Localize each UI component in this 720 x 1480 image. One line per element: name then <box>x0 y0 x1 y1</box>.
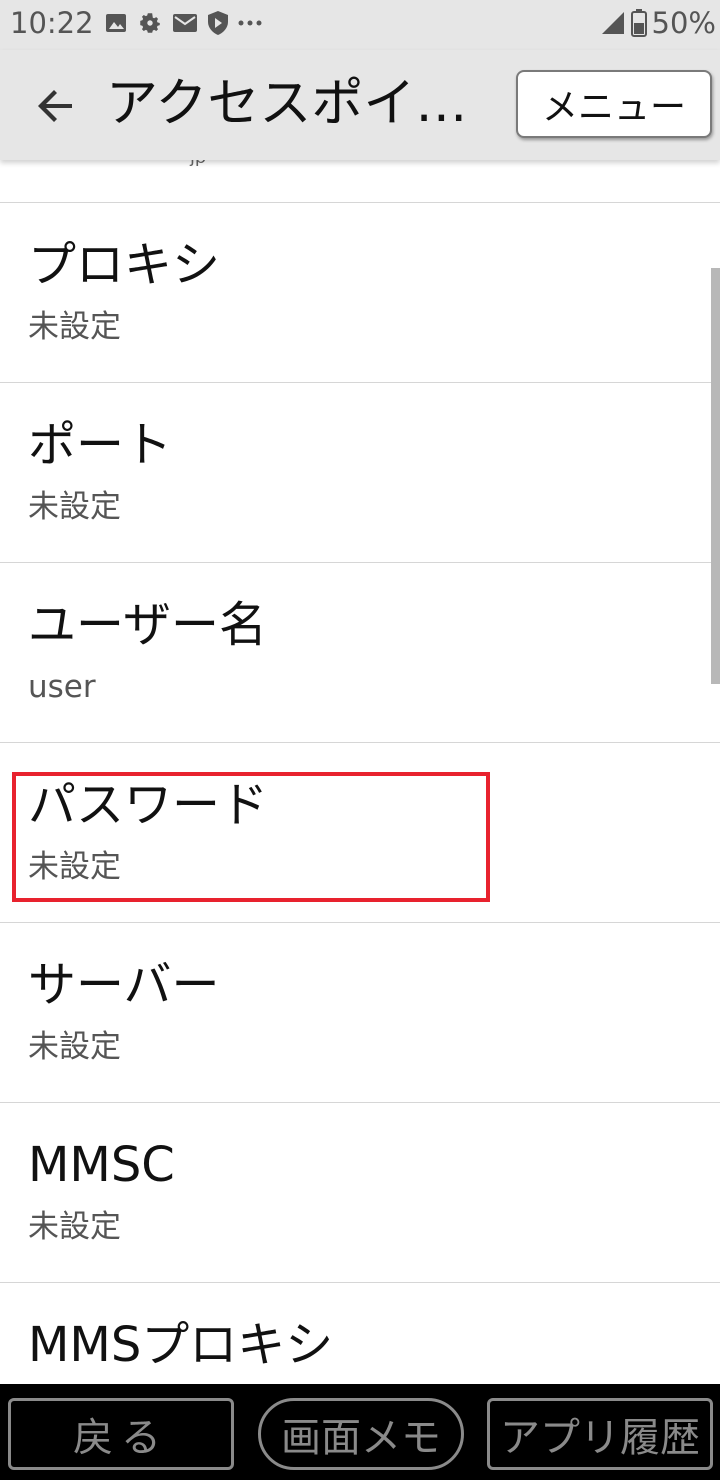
signal-icon <box>601 12 624 34</box>
gear-icon <box>140 13 160 33</box>
item-summary: 未設定 <box>28 1209 121 1245</box>
battery-icon <box>630 9 647 37</box>
menu-button[interactable]: メニュー <box>516 70 712 138</box>
item-summary: 未設定 <box>28 1029 121 1065</box>
list-item-server[interactable]: サーバー 未設定 <box>0 923 720 1103</box>
list-item-password[interactable]: パスワード 未設定 <box>0 743 720 923</box>
item-summary: user <box>28 669 96 705</box>
item-summary: 未設定 <box>28 309 121 345</box>
item-title: パスワード <box>28 777 269 833</box>
partial-list-item: ʲᵖ <box>0 160 720 203</box>
system-status: 50% <box>600 6 716 40</box>
item-title: サーバー <box>28 957 220 1013</box>
status-bar: 10:22 50% <box>0 0 720 50</box>
image-icon <box>106 14 126 32</box>
partial-text-fragment: ʲᵖ <box>190 160 207 179</box>
settings-list: ʲᵖ プロキシ 未設定 ポート 未設定 ユーザー名 user パスワード 未設定… <box>0 160 720 1463</box>
page-title: アクセスポイ… <box>106 74 468 134</box>
mail-icon <box>173 14 197 32</box>
list-item-proxy[interactable]: プロキシ 未設定 <box>0 203 720 383</box>
back-arrow-icon[interactable] <box>32 82 80 130</box>
item-title: ユーザー名 <box>28 597 268 653</box>
scrollbar[interactable] <box>711 268 720 684</box>
item-title: MMSプロキシ <box>28 1317 334 1373</box>
app-history-button[interactable]: アプリ履歴 <box>487 1398 713 1470</box>
status-time: 10:22 <box>10 6 94 40</box>
more-dots-icon <box>238 20 262 26</box>
item-title: ポート <box>28 417 173 473</box>
list-item-username[interactable]: ユーザー名 user <box>0 563 720 743</box>
shield-icon <box>208 11 228 35</box>
battery-percent: 50% <box>651 6 716 40</box>
bottom-nav: 戻る 画面メモ アプリ履歴 <box>0 1384 720 1480</box>
list-item-port[interactable]: ポート 未設定 <box>0 383 720 563</box>
item-summary: 未設定 <box>28 849 121 885</box>
notification-icons <box>104 10 262 36</box>
screen: 10:22 50% アクセスポイ… メニュー ʲᵖ プロキシ 未設定 ポート 未… <box>0 0 720 1480</box>
item-title: MMSC <box>28 1137 175 1193</box>
item-summary: 未設定 <box>28 489 121 525</box>
list-item-mmsc[interactable]: MMSC 未設定 <box>0 1103 720 1283</box>
app-bar: アクセスポイ… メニュー <box>0 50 720 160</box>
screen-memo-button[interactable]: 画面メモ <box>258 1398 464 1470</box>
item-title: プロキシ <box>28 237 221 293</box>
back-button[interactable]: 戻る <box>8 1398 234 1470</box>
